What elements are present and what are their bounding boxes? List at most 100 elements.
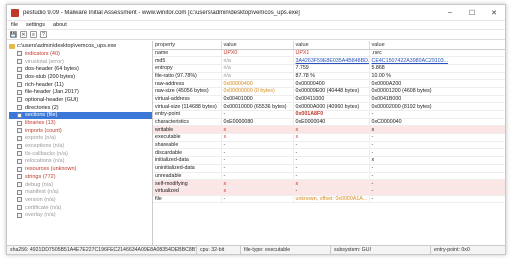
- menu-about[interactable]: about: [53, 22, 67, 28]
- file-icon: [9, 43, 15, 49]
- table-row[interactable]: unreadable - - -: [153, 172, 505, 181]
- table-row[interactable]: file - unknown, offset: 0x0000A1A... -: [153, 195, 505, 204]
- tree-item-label: exceptions (n/a): [25, 143, 65, 150]
- value-cell: x: [293, 125, 370, 135]
- tree-item[interactable]: sections (file): [9, 111, 152, 120]
- property-cell: initialized-data: [153, 156, 222, 165]
- tree-item[interactable]: exports (n/a): [9, 135, 152, 143]
- tree-root[interactable]: c:\users\admin\desktop\vemcos_ups.exe: [9, 42, 152, 50]
- tree-item[interactable]: exceptions (n/a): [9, 142, 152, 150]
- tree-item[interactable]: relocations (n/a): [9, 158, 152, 166]
- property-cell: md5: [153, 56, 222, 65]
- node-icon: [17, 128, 22, 134]
- table-row[interactable]: virtual-address 0x00401000 0x00411000 0x004…: [153, 95, 505, 104]
- tree-item[interactable]: dos-header (64 bytes): [9, 65, 152, 73]
- tree-root-label: c:\users\admin\desktop\vemcos_ups.exe: [17, 43, 117, 49]
- tree-item[interactable]: manifest (n/a): [9, 188, 152, 196]
- value-cell: -: [369, 164, 505, 173]
- tree-item-label: strings (772): [25, 173, 56, 180]
- close-button[interactable]: ✕: [483, 5, 505, 21]
- menu-settings[interactable]: settings: [26, 22, 45, 28]
- table-row[interactable]: uninitialized-data - - -: [153, 164, 505, 173]
- tree-item[interactable]: directories (2): [9, 104, 152, 112]
- help-icon[interactable]: ?: [40, 31, 47, 38]
- table-row[interactable]: executable x x -: [153, 133, 505, 142]
- property-cell: file: [153, 195, 222, 204]
- property-cell: executable: [153, 133, 222, 142]
- table-row[interactable]: raw-address 0x00000400 0x00000400 0x0000A20…: [153, 79, 505, 88]
- tree-item[interactable]: version (n/a): [9, 196, 152, 204]
- value-cell: -: [369, 172, 505, 181]
- value-cell: UPX0: [221, 49, 294, 58]
- status-subsystem: subsystem: GUI: [331, 245, 431, 255]
- tree-item[interactable]: tls-callbacks (n/a): [9, 150, 152, 158]
- table-header-row: property value value value: [153, 41, 505, 50]
- main-area: c:\users\admin\desktop\vemcos_ups.exe in…: [7, 41, 505, 245]
- window-title: pestudio 9.09 - Malware Initial Assessme…: [23, 9, 300, 16]
- tree-item[interactable]: resources (unknown): [9, 165, 152, 173]
- tree-item[interactable]: file-header (Jan.2017): [9, 88, 152, 96]
- table-row[interactable]: self-modifying x x -: [153, 179, 505, 188]
- value-cell: -: [293, 164, 370, 173]
- tree-item-label: overlay (n/a): [25, 212, 56, 219]
- value-cell: 0x00000000 (0 bytes): [221, 87, 294, 96]
- column-header-value-3[interactable]: value: [369, 41, 505, 50]
- value-cell: unknown, offset: 0x0000A1A...: [293, 195, 370, 204]
- tree-item-label: tls-callbacks (n/a): [25, 150, 68, 157]
- tree-item[interactable]: libraries (13): [9, 119, 152, 127]
- tree-item[interactable]: indicators (40): [9, 50, 152, 58]
- table-row[interactable]: raw-size (45056 bytes) 0x00000000 (0 byte…: [153, 87, 505, 96]
- menu-file[interactable]: file: [11, 22, 18, 28]
- tree-item[interactable]: overlay (n/a): [9, 211, 152, 219]
- value-cell: 0x0000A200: [369, 79, 505, 88]
- table-row[interactable]: initialized-data - - x: [153, 156, 505, 165]
- table-row[interactable]: virtual-size (114688 bytes) 0x00010000 (6…: [153, 102, 505, 111]
- property-cell: raw-address: [153, 79, 222, 88]
- value-cell: 0x00010000 (65536 bytes): [221, 102, 294, 111]
- minimize-button[interactable]: –: [439, 5, 461, 21]
- tree-item[interactable]: certificate (n/a): [9, 204, 152, 212]
- tree-item-label: imports (count): [25, 127, 62, 134]
- table-row[interactable]: name UPX0 UPX1 .rsrc: [153, 49, 505, 58]
- tree-item[interactable]: strings (772): [9, 173, 152, 181]
- tree-item[interactable]: optional-header (GUI): [9, 96, 152, 104]
- tree-item-label: directories (2): [25, 104, 59, 111]
- save-icon[interactable]: 💾: [10, 31, 17, 38]
- table-row[interactable]: md5 n/a 3A4263F59E8E035A4B848BD... CE4C1507…: [153, 56, 505, 65]
- value-cell: 5.868: [369, 64, 505, 73]
- value-cell: 0x00000400: [221, 79, 294, 88]
- property-cell: file-ratio (97.78%): [153, 72, 222, 81]
- tree-item[interactable]: debug (n/a): [9, 181, 152, 189]
- table-row[interactable]: entropy n/a 7.759 5.868: [153, 64, 505, 73]
- maximize-button[interactable]: ☐: [461, 5, 483, 21]
- column-header-value-1[interactable]: value: [221, 41, 294, 50]
- value-cell: 0x00000400: [293, 79, 370, 88]
- property-cell: entry-point: [153, 110, 222, 119]
- node-icon: [17, 143, 22, 149]
- status-entry-point: entry-point: 0x0: [434, 247, 470, 253]
- tree-item-label: manifest (n/a): [25, 189, 59, 196]
- node-icon: [17, 174, 22, 180]
- table-row[interactable]: file-ratio (97.78%) n/a 87.78 % 10.00 %: [153, 72, 505, 81]
- tree-item[interactable]: virustotal (error): [9, 58, 152, 66]
- value-cell: x: [221, 125, 294, 135]
- tree-item[interactable]: imports (count): [9, 127, 152, 135]
- tree-item[interactable]: dos-stub (200 bytes): [9, 73, 152, 81]
- sections-table: property value value value name UPX0 UPX1.…: [153, 41, 505, 204]
- table-row[interactable]: entry-point -0x001A8F0-: [153, 110, 505, 119]
- table-row[interactable]: characteristics 0xE0000080 0xE0000040 0xC00…: [153, 118, 505, 127]
- value-cell: -: [369, 110, 505, 119]
- list-icon[interactable]: ≡: [30, 31, 37, 38]
- table-row[interactable]: virtualized x - -: [153, 187, 505, 196]
- column-header-value-2[interactable]: value: [293, 41, 370, 50]
- value-cell: -: [293, 187, 370, 196]
- table-row[interactable]: writable x x x: [153, 125, 505, 135]
- value-cell: .rsrc: [369, 49, 505, 58]
- value-cell: 0x0000A000 (40960 bytes): [293, 102, 370, 111]
- close-file-icon[interactable]: ✕: [20, 31, 27, 38]
- tree-item[interactable]: rich-header (11): [9, 81, 152, 89]
- table-row[interactable]: shareable - - -: [153, 141, 505, 150]
- column-header-property[interactable]: property: [153, 41, 222, 50]
- table-row[interactable]: discardable - - -: [153, 148, 505, 158]
- tree-panel: c:\users\admin\desktop\vemcos_ups.exe in…: [7, 41, 153, 245]
